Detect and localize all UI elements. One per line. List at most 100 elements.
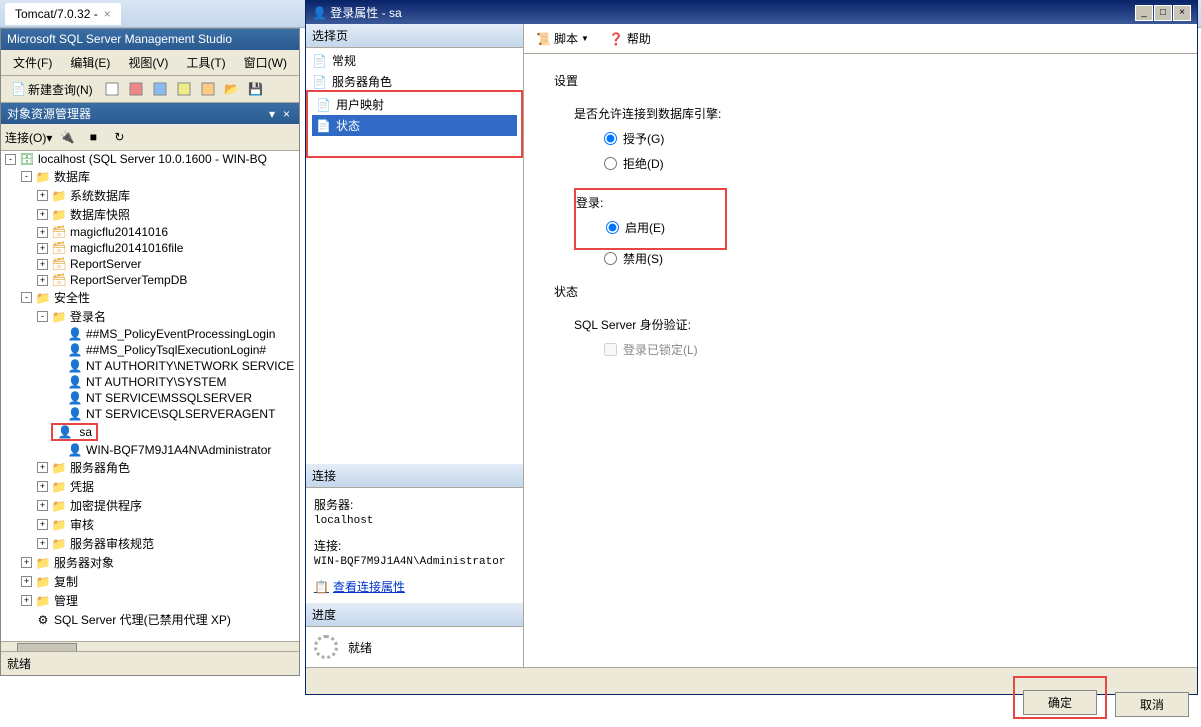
help-button[interactable]: ❓ 帮助 [605,28,655,49]
user-icon: 👤 [67,359,83,373]
ssms-menu-bar: 文件(F) 编辑(E) 视图(V) 工具(T) 窗口(W) [1,50,299,76]
tree-login-2[interactable]: 👤 ##MS_PolicyTsqlExecutionLogin# [1,342,299,358]
tree-login-3[interactable]: 👤 NT AUTHORITY\NETWORK SERVICE [1,358,299,374]
object-explorer-tree[interactable]: - 🗄 localhost (SQL Server 10.0.1600 - WI… [1,151,299,641]
menu-edit[interactable]: 编辑(E) [62,52,118,73]
menu-tools[interactable]: 工具(T) [178,52,233,73]
new-query-button[interactable]: 📄 新建查询(N) [5,79,99,100]
page-status[interactable]: 📄 状态 [312,115,517,136]
expand-icon[interactable]: + [21,576,32,587]
close-tab-icon[interactable]: × [104,7,111,21]
tree-management[interactable]: + 📁 管理 [1,591,299,610]
folder-icon: 📁 [51,499,67,513]
expand-icon[interactable]: + [37,538,48,549]
tree-sql-agent[interactable]: ⚙ SQL Server 代理(已禁用代理 XP) [1,610,299,629]
connect-icon-2[interactable]: ■ [82,126,104,148]
toolbar-btn-1[interactable] [101,78,123,100]
connect-button[interactable]: 连接(O)▾ [5,129,52,146]
user-icon: 👤 [67,407,83,421]
tree-db-snapshot[interactable]: + 📁 数据库快照 [1,205,299,224]
script-button[interactable]: 📜 脚本 ▼ [532,28,593,49]
collapse-icon[interactable]: - [21,292,32,303]
tree-login-5[interactable]: 👤 NT SERVICE\MSSQLSERVER [1,390,299,406]
toolbar-btn-3[interactable] [149,78,171,100]
folder-icon: 📁 [35,575,51,589]
menu-window[interactable]: 窗口(W) [236,52,295,73]
tree-db4[interactable]: + 🗃 ReportServerTempDB [1,272,299,288]
expand-icon[interactable]: + [21,595,32,606]
disabled-radio[interactable] [604,252,617,265]
tree-db2[interactable]: + 🗃 magicflu20141016file [1,240,299,256]
toolbar-btn-5[interactable] [197,78,219,100]
status-section-label: 状态 [554,283,1167,300]
expand-icon[interactable]: + [37,481,48,492]
connection-info: 服务器: localhost 连接: WIN-BQF7M9J1A4N\Admin… [306,488,523,603]
connection-header: 连接 [306,464,523,488]
tree-databases[interactable]: - 📁 数据库 [1,167,299,186]
tree-login-4[interactable]: 👤 NT AUTHORITY\SYSTEM [1,374,299,390]
minimize-button[interactable]: _ [1135,5,1153,21]
pin-icon[interactable]: ▾ [266,107,278,121]
browser-tab[interactable]: Tomcat/7.0.32 - × [5,3,121,25]
view-connection-props-link[interactable]: 📋 查看连接属性 [314,578,515,595]
menu-view[interactable]: 视图(V) [120,52,176,73]
radio-grant[interactable]: 授予(G) [604,130,1167,147]
tree-db3[interactable]: + 🗃 ReportServer [1,256,299,272]
close-button[interactable]: × [1173,5,1191,21]
connect-icon-1[interactable]: 🔌 [56,126,78,148]
tree-replication[interactable]: + 📁 复制 [1,572,299,591]
expand-icon[interactable]: + [37,462,48,473]
tree-login-6[interactable]: 👤 NT SERVICE\SQLSERVERAGENT [1,406,299,422]
toolbar-open[interactable]: 📂 [221,78,243,100]
collapse-icon[interactable]: - [5,154,16,165]
expand-icon[interactable]: + [37,259,48,270]
tree-crypto-providers[interactable]: + 📁 加密提供程序 [1,496,299,515]
expand-icon[interactable]: + [37,500,48,511]
panel-close-icon[interactable]: × [280,107,293,121]
tree-db1[interactable]: + 🗃 magicflu20141016 [1,224,299,240]
tree-sys-databases[interactable]: + 📁 系统数据库 [1,186,299,205]
menu-file[interactable]: 文件(F) [5,52,60,73]
expand-icon[interactable]: + [37,275,48,286]
expand-icon[interactable]: + [37,190,48,201]
radio-disabled[interactable]: 禁用(S) [604,250,1167,267]
tree-login-7[interactable]: 👤 WIN-BQF7M9J1A4N\Administrator [1,442,299,458]
ok-button[interactable]: 确定 [1023,690,1097,715]
deny-radio[interactable] [604,157,617,170]
refresh-icon[interactable]: ↻ [108,126,130,148]
database-icon: 🗃 [51,241,67,255]
maximize-button[interactable]: □ [1154,5,1172,21]
tree-server-roles[interactable]: + 📁 服务器角色 [1,458,299,477]
properties-icon: 📋 [314,580,329,594]
page-general[interactable]: 📄 常规 [308,50,521,71]
page-user-mapping[interactable]: 📄 用户映射 [312,94,517,115]
tree-login-1[interactable]: 👤 ##MS_PolicyEventProcessingLogin [1,326,299,342]
ssms-title-text: Microsoft SQL Server Management Studio [7,32,232,46]
cancel-button[interactable]: 取消 [1115,692,1189,717]
tree-credentials[interactable]: + 📁 凭据 [1,477,299,496]
dialog-title-bar[interactable]: 👤 登录属性 - sa _ □ × [306,1,1197,24]
tree-security[interactable]: - 📁 安全性 [1,288,299,307]
page-server-roles[interactable]: 📄 服务器角色 [308,71,521,92]
expand-icon[interactable]: + [37,227,48,238]
expand-icon[interactable]: + [37,209,48,220]
collapse-icon[interactable]: - [21,171,32,182]
toolbar-btn-2[interactable] [125,78,147,100]
tree-server-objects[interactable]: + 📁 服务器对象 [1,553,299,572]
radio-deny[interactable]: 拒绝(D) [604,155,1167,172]
enabled-radio[interactable] [606,221,619,234]
tree-server[interactable]: - 🗄 localhost (SQL Server 10.0.1600 - WI… [1,151,299,167]
tree-login-sa[interactable]: 👤 sa [1,422,299,442]
tree-server-audit-spec[interactable]: + 📁 服务器审核规范 [1,534,299,553]
toolbar-btn-4[interactable] [173,78,195,100]
conn-value: WIN-BQF7M9J1A4N\Administrator [314,556,515,568]
collapse-icon[interactable]: - [37,311,48,322]
grant-radio[interactable] [604,132,617,145]
expand-icon[interactable]: + [37,243,48,254]
toolbar-save[interactable]: 💾 [245,78,267,100]
expand-icon[interactable]: + [21,557,32,568]
tree-logins[interactable]: - 📁 登录名 [1,307,299,326]
expand-icon[interactable]: + [37,519,48,530]
radio-enabled[interactable]: 启用(E) [606,219,665,236]
tree-audits[interactable]: + 📁 审核 [1,515,299,534]
